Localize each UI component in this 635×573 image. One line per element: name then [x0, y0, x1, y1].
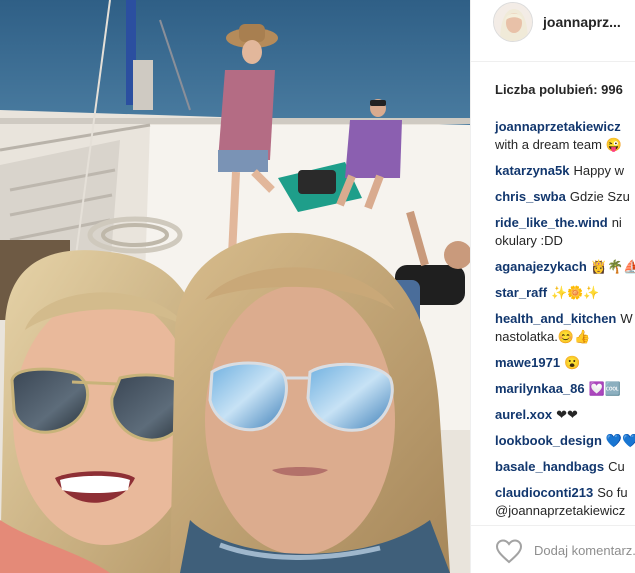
comment-text: 💙💙 [605, 433, 635, 448]
comment-text-continued: okulary :DD [495, 233, 563, 248]
username-link[interactable]: joannaprz... [543, 14, 621, 30]
comment-username[interactable]: marilynkaa_86 [495, 381, 585, 396]
comment-item: ride_like_the.wind ni okulary :DD [495, 214, 635, 258]
comment-item: chris_swba Gdzie Szu [495, 188, 635, 214]
comment-item: mawe1971 😮 [495, 354, 635, 380]
post-photo[interactable] [0, 0, 470, 573]
comment-item: aurel.xox ❤❤ [495, 406, 635, 432]
selfie-boat-photo [0, 0, 470, 573]
comment-text: W [620, 311, 633, 326]
comments-list: joannaprzetakiewicz with a dream team 😜 ka… [495, 118, 635, 528]
comment-username[interactable]: joannaprzetakiewicz [495, 119, 621, 134]
comment-username[interactable]: ride_like_the.wind [495, 215, 608, 230]
comment-text: So fu [597, 485, 628, 500]
comment-text: 👸🌴⛵ [590, 259, 635, 274]
heart-outline-icon[interactable] [495, 538, 523, 564]
comment-username[interactable]: basale_handbags [495, 459, 604, 474]
comment-username[interactable]: aurel.xox [495, 407, 552, 422]
comment-username[interactable]: aganajezykach [495, 259, 587, 274]
comment-username[interactable]: lookbook_design [495, 433, 602, 448]
comment-text-continued: with a dream team 😜 [495, 137, 622, 152]
avatar-image [494, 3, 532, 41]
comment-text: ❤❤ [556, 407, 578, 422]
comment-username[interactable]: claudioconti213 [495, 485, 593, 500]
add-comment-input[interactable]: Dodaj komentarz... [534, 543, 635, 558]
comment-username[interactable]: chris_swba [495, 189, 566, 204]
comment-text: 😮 [564, 355, 581, 370]
comment-username[interactable]: health_and_kitchen [495, 311, 616, 326]
comment-username[interactable]: star_raff [495, 285, 547, 300]
comment-item: basale_handbags Cu [495, 458, 635, 484]
post-header: joannaprz... [471, 0, 635, 62]
avatar[interactable] [493, 2, 533, 42]
comment-item: marilynkaa_86 💟🆒 [495, 380, 635, 406]
comment-item: claudioconti213 So fu @joannaprzetakiewicz [495, 484, 635, 528]
comment-item: aganajezykach 👸🌴⛵ [495, 258, 635, 284]
comment-text: Gdzie Szu [569, 189, 630, 204]
comment-text-continued: nastolatka.😊👍 [495, 329, 591, 344]
comment-text: Cu [608, 459, 625, 474]
comment-item: star_raff ✨🌼✨ [495, 284, 635, 310]
comment-text: 💟🆒 [588, 381, 621, 396]
likes-count[interactable]: Liczba polubień: 996 [495, 82, 623, 97]
comment-footer: Dodaj komentarz... [471, 525, 635, 573]
comment-item: joannaprzetakiewicz with a dream team 😜 [495, 118, 635, 162]
post-side-panel: joannaprz... Liczba polubień: 996 joanna… [470, 0, 635, 573]
comment-text-continued: @joannaprzetakiewicz [495, 503, 626, 518]
comment-username[interactable]: mawe1971 [495, 355, 560, 370]
comment-text: ni [611, 215, 622, 230]
comment-text: ✨🌼✨ [551, 285, 600, 300]
comment-item: lookbook_design💙💙 [495, 432, 635, 458]
comment-text: Happy w [573, 163, 625, 178]
comment-username[interactable]: katarzyna5k [495, 163, 569, 178]
comment-item: katarzyna5k Happy w [495, 162, 635, 188]
comment-item: health_and_kitchen Wnastolatka.😊👍 [495, 310, 635, 354]
